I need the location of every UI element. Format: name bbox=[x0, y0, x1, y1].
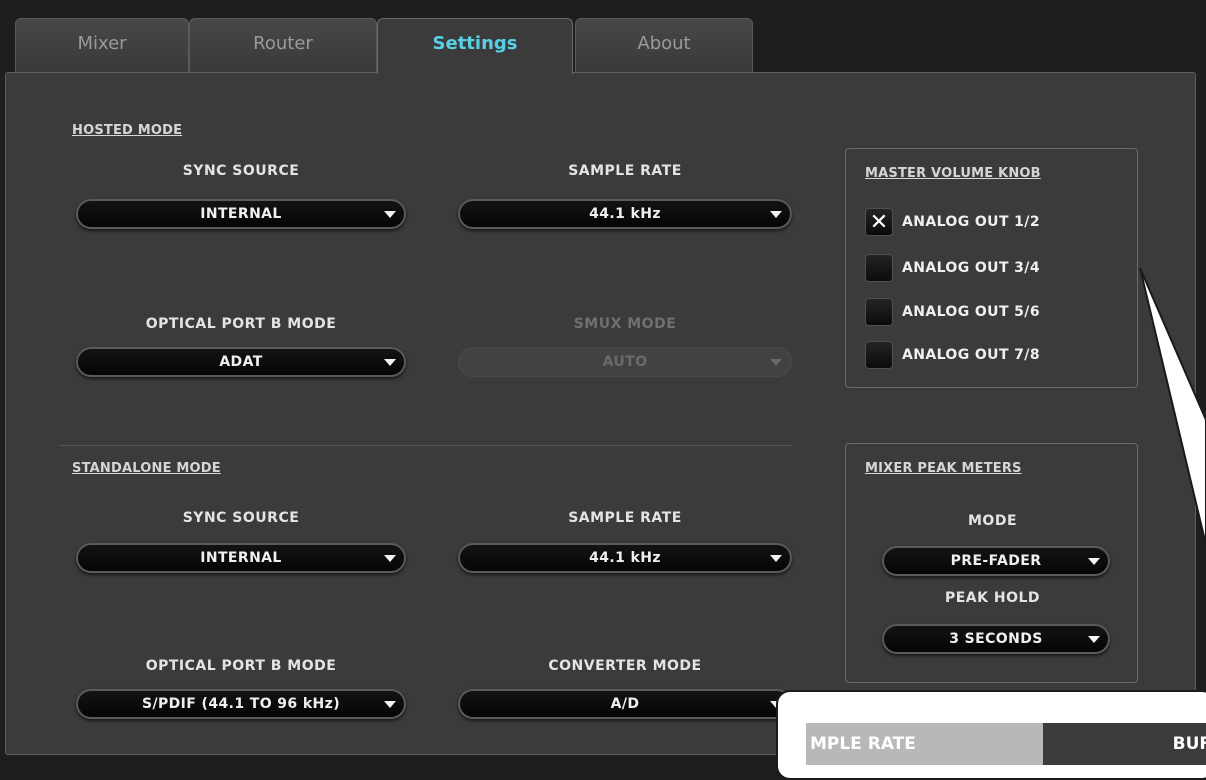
standalone-mode-title: STANDALONE MODE bbox=[72, 461, 221, 476]
chevron-down-icon bbox=[384, 211, 396, 218]
analog-out-5-6-option[interactable]: ANALOG OUT 5/6 bbox=[865, 297, 1040, 327]
tab-about[interactable]: About bbox=[575, 18, 753, 72]
hosted-smux-dropdown: AUTO bbox=[458, 347, 792, 377]
standalone-sample-rate-dropdown[interactable]: 44.1 kHz bbox=[458, 543, 792, 573]
dropdown-value: ADAT bbox=[219, 354, 263, 370]
dropdown-value: 44.1 kHz bbox=[589, 206, 661, 222]
master-volume-knob-title: MASTER VOLUME KNOB bbox=[865, 166, 1041, 181]
x-icon: ✕ bbox=[869, 209, 889, 235]
analog-out-3-4-option[interactable]: ANALOG OUT 3/4 bbox=[865, 253, 1040, 283]
chevron-down-icon bbox=[770, 555, 782, 562]
standalone-converter-dropdown[interactable]: A/D bbox=[458, 689, 792, 719]
chevron-down-icon bbox=[384, 359, 396, 366]
hosted-optical-b-label: OPTICAL PORT B MODE bbox=[145, 316, 337, 332]
dropdown-value: 3 SECONDS bbox=[949, 631, 1043, 647]
peak-mode-label: MODE bbox=[967, 513, 1018, 529]
checkbox[interactable] bbox=[865, 254, 893, 282]
hosted-sync-source-dropdown[interactable]: INTERNAL bbox=[76, 199, 406, 229]
standalone-sample-rate-label: SAMPLE RATE bbox=[568, 510, 682, 526]
chevron-down-icon bbox=[1088, 558, 1100, 565]
checkbox-label: ANALOG OUT 1/2 bbox=[902, 214, 1040, 230]
settings-panel: HOSTED MODE SYNC SOURCE INTERNAL SAMPLE … bbox=[5, 72, 1196, 755]
peak-mode-dropdown[interactable]: PRE-FADER bbox=[882, 546, 1110, 576]
checkbox-checked[interactable]: ✕ bbox=[865, 208, 893, 236]
mixer-peak-meters-box: MIXER PEAK METERS MODE PRE-FADER PEAK HO… bbox=[845, 443, 1138, 683]
chevron-down-icon bbox=[1088, 636, 1100, 643]
callout-buffer-header: BUF bbox=[1043, 723, 1206, 765]
dropdown-value: PRE-FADER bbox=[950, 553, 1042, 569]
chevron-down-icon bbox=[770, 359, 782, 366]
hosted-mode-title: HOSTED MODE bbox=[72, 123, 183, 138]
checkbox-label: ANALOG OUT 3/4 bbox=[902, 260, 1040, 276]
peak-hold-label: PEAK HOLD bbox=[944, 590, 1041, 606]
hosted-sync-source-label: SYNC SOURCE bbox=[182, 163, 300, 179]
standalone-optical-b-dropdown[interactable]: S/PDIF (44.1 TO 96 kHz) bbox=[76, 689, 406, 719]
chevron-down-icon bbox=[384, 555, 396, 562]
standalone-converter-label: CONVERTER MODE bbox=[548, 658, 702, 674]
tab-bar: Mixer Router Settings About bbox=[0, 0, 1206, 74]
checkbox[interactable] bbox=[865, 298, 893, 326]
mixer-peak-meters-title: MIXER PEAK METERS bbox=[865, 461, 1022, 476]
peak-hold-dropdown[interactable]: 3 SECONDS bbox=[882, 624, 1110, 654]
dropdown-value: S/PDIF (44.1 TO 96 kHz) bbox=[142, 696, 340, 712]
master-volume-knob-box: MASTER VOLUME KNOB ✕ ANALOG OUT 1/2 ANAL… bbox=[845, 148, 1138, 388]
chevron-down-icon bbox=[384, 701, 396, 708]
dropdown-value: 44.1 kHz bbox=[589, 550, 661, 566]
tab-router[interactable]: Router bbox=[189, 18, 377, 72]
checkbox-label: ANALOG OUT 5/6 bbox=[902, 304, 1040, 320]
dropdown-value: A/D bbox=[610, 696, 640, 712]
checkbox[interactable] bbox=[865, 341, 893, 369]
standalone-optical-b-label: OPTICAL PORT B MODE bbox=[145, 658, 337, 674]
hosted-optical-b-dropdown[interactable]: ADAT bbox=[76, 347, 406, 377]
dropdown-value: INTERNAL bbox=[200, 206, 282, 222]
analog-out-7-8-option[interactable]: ANALOG OUT 7/8 bbox=[865, 340, 1040, 370]
dropdown-value: INTERNAL bbox=[200, 550, 282, 566]
tab-settings[interactable]: Settings bbox=[377, 18, 573, 74]
dropdown-value: AUTO bbox=[602, 354, 648, 370]
checkbox-label: ANALOG OUT 7/8 bbox=[902, 347, 1040, 363]
standalone-sync-source-label: SYNC SOURCE bbox=[182, 510, 300, 526]
hosted-sample-rate-dropdown[interactable]: 44.1 kHz bbox=[458, 199, 792, 229]
chevron-down-icon bbox=[770, 211, 782, 218]
analog-out-1-2-option[interactable]: ✕ ANALOG OUT 1/2 bbox=[865, 207, 1040, 237]
standalone-sync-source-dropdown[interactable]: INTERNAL bbox=[76, 543, 406, 573]
section-divider bbox=[59, 445, 793, 446]
zoom-callout: MPLE RATE BUF bbox=[776, 690, 1206, 780]
hosted-sample-rate-label: SAMPLE RATE bbox=[568, 163, 682, 179]
callout-sample-rate-header: MPLE RATE bbox=[806, 723, 1046, 765]
hosted-smux-label: SMUX MODE bbox=[573, 316, 677, 332]
tab-mixer[interactable]: Mixer bbox=[15, 18, 189, 72]
